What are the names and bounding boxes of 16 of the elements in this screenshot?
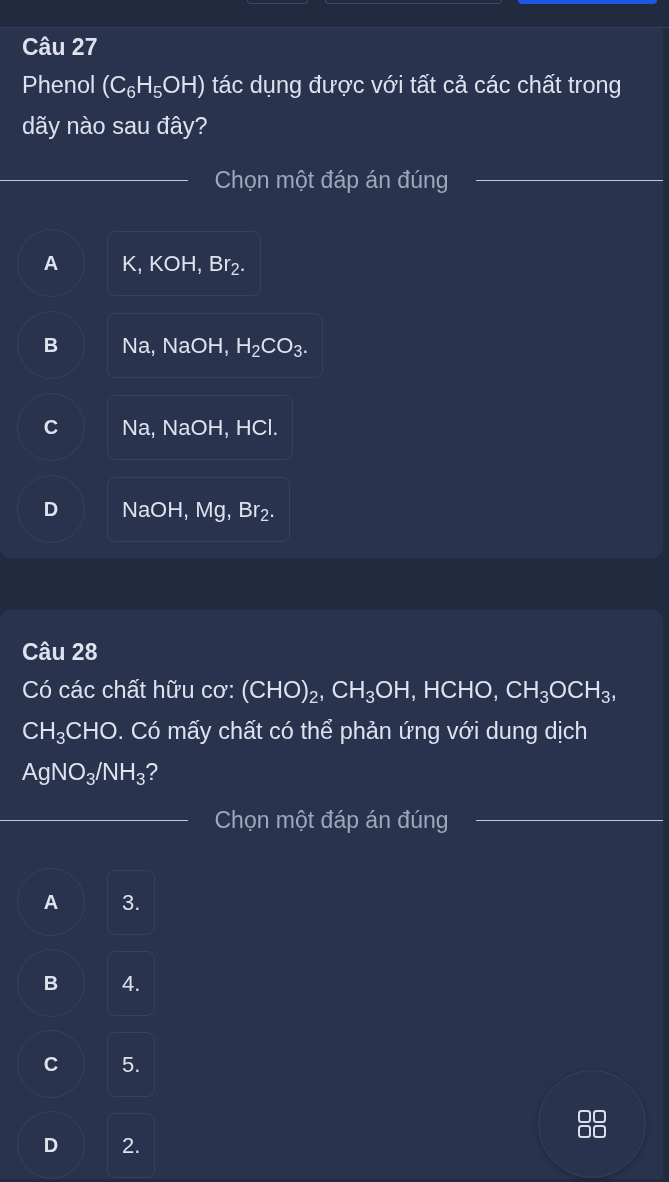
question-text: Có các chất hữu cơ: (CHO)$_{2}$, CH$_{3}$OH, HCHO, CH$_{3}$OCH$_{3}$, CH$_{3}$CHO. Có mấy chất có thể phản ứng với dung dịch AgNO$_{3}$/NH$_{3}$? (21, 676, 618, 791)
answer-option[interactable]: 5. (107, 1031, 156, 1097)
answer-option[interactable]: NaOH, Mg, Br$_{2}$. (107, 476, 291, 542)
answer-option[interactable]: Na, NaOH, H$_{2}$CO$_{3}$. (107, 312, 324, 378)
question-text: Phenol (C$_{6}$H$_{5}$OH) tác dụng được với tất cả các chất trong dãy nào sau đây? (21, 71, 623, 141)
question-number: Câu 28 (21, 638, 99, 666)
answer-option[interactable]: 2. (107, 1112, 156, 1178)
answer-option[interactable]: 3. (107, 869, 156, 935)
grid-icon (578, 1110, 606, 1138)
answer-option[interactable]: Na, NaOH, HCl. (107, 394, 294, 460)
question-number: Câu 27 (21, 33, 99, 61)
answer-prompt: Chọn một đáp án đúng (214, 166, 449, 194)
answer-prompt: Chọn một đáp án đúng (214, 806, 449, 834)
answer-option[interactable]: 4. (107, 950, 156, 1016)
answer-option[interactable]: K, KOH, Br$_{2}$. (107, 230, 261, 296)
primary-button[interactable] (518, 0, 657, 4)
